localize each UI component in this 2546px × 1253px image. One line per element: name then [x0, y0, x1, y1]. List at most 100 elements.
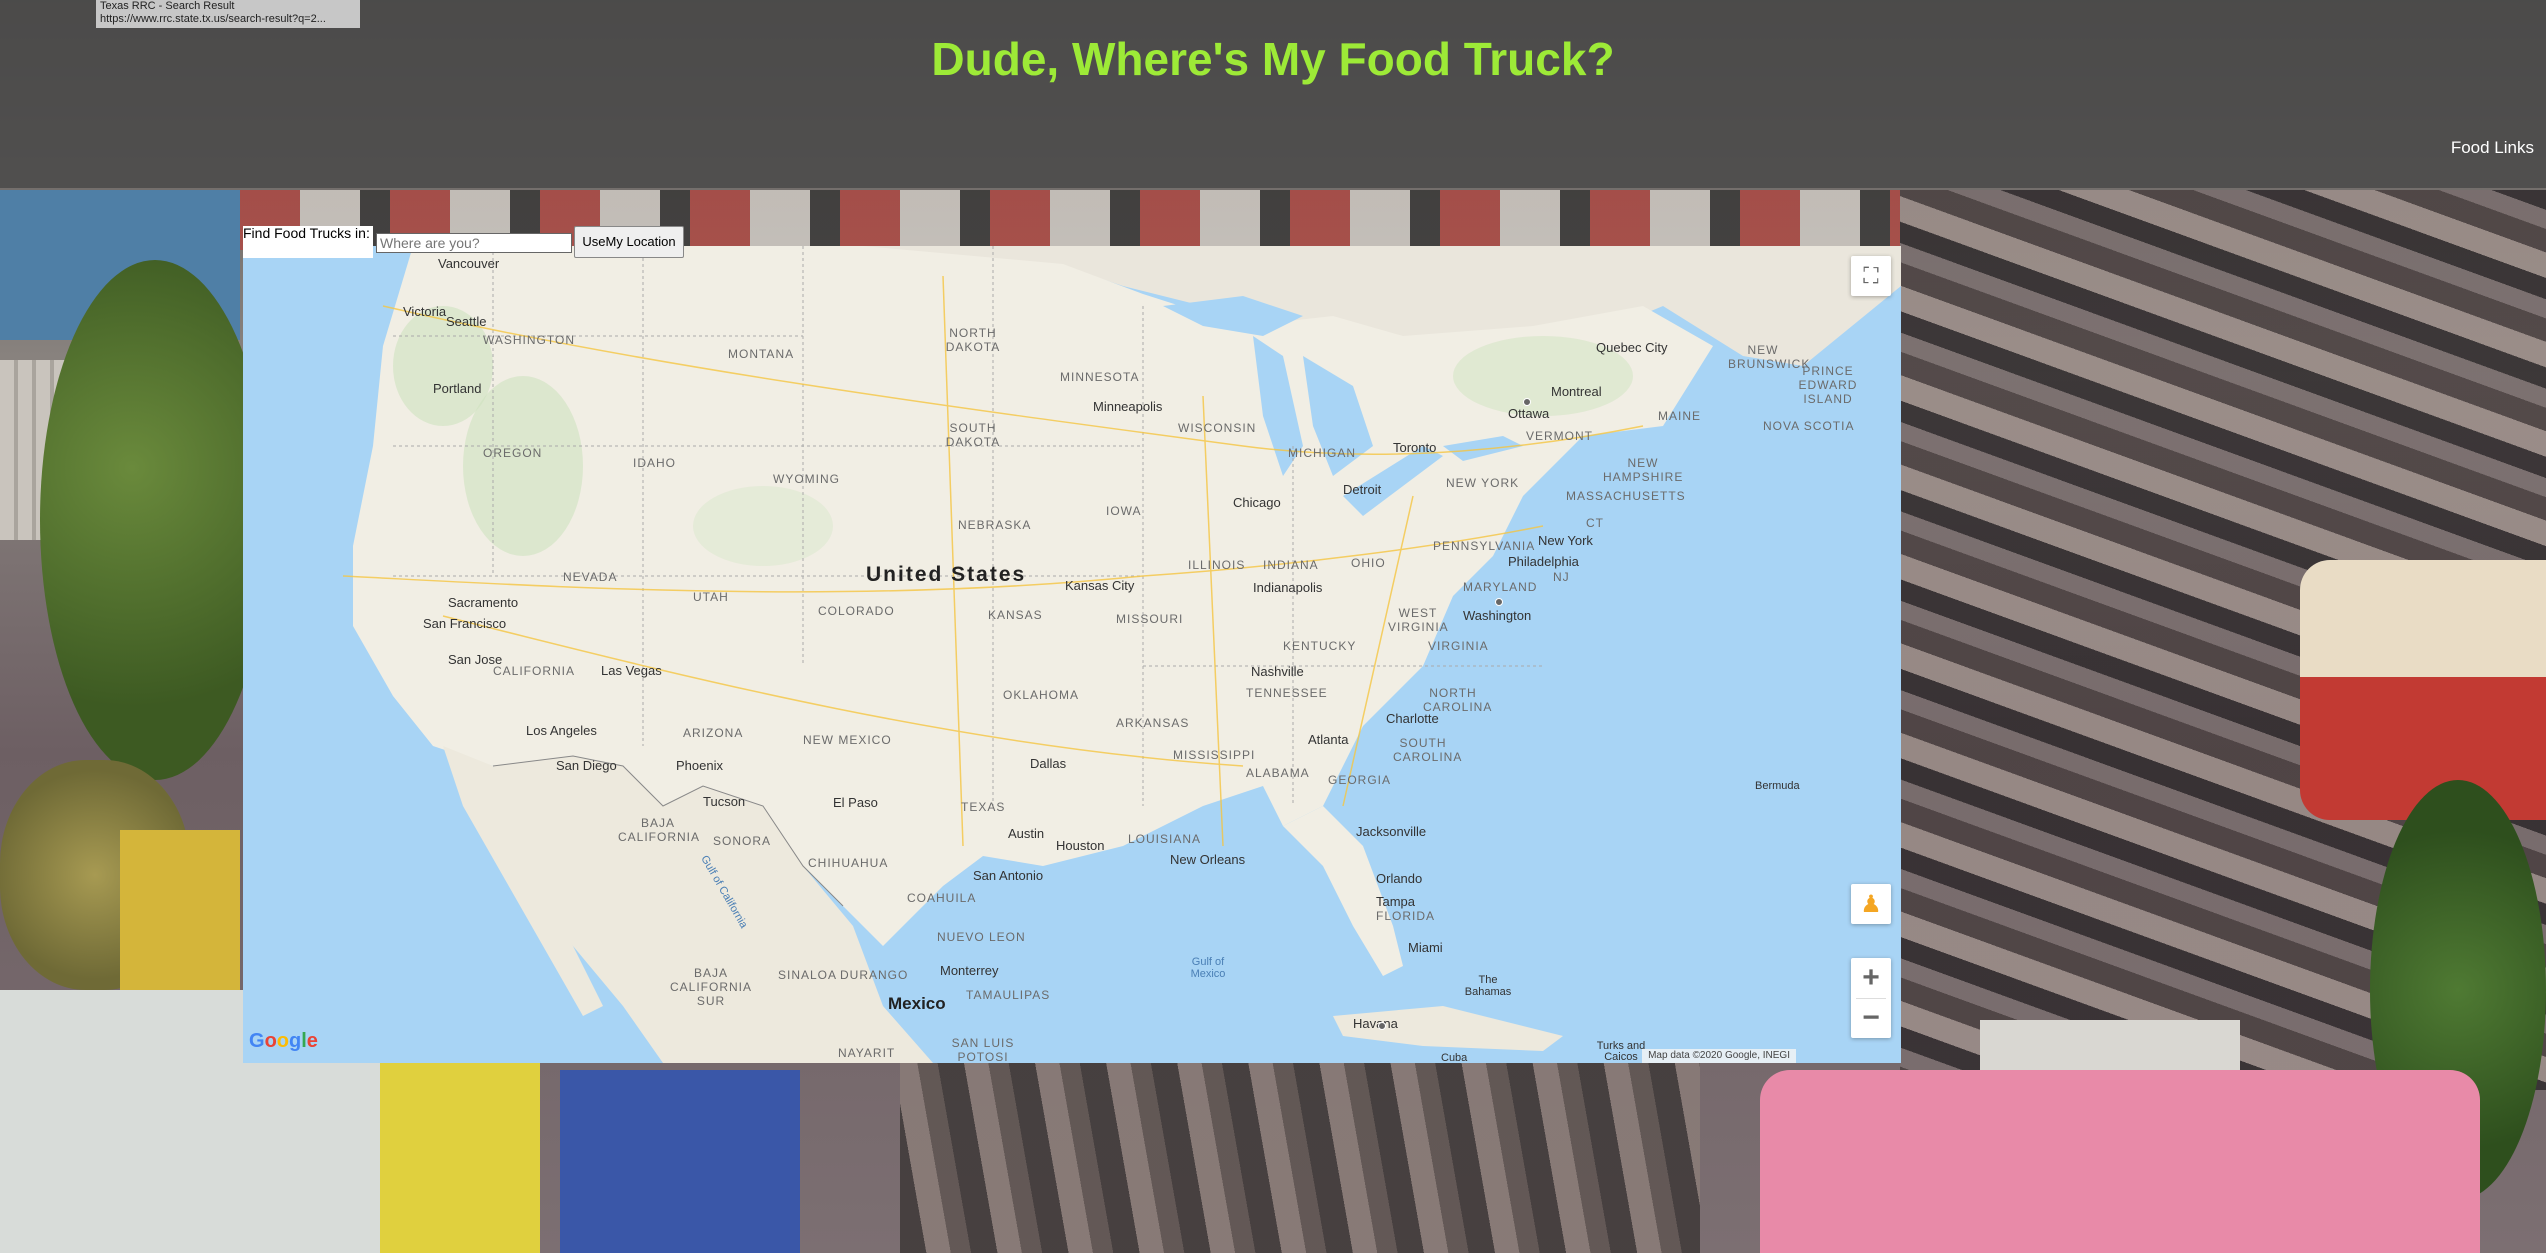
- state-label: MISSISSIPPI: [1173, 748, 1256, 762]
- state-label: OKLAHOMA: [1003, 688, 1080, 702]
- state-label: NJ: [1553, 570, 1570, 584]
- city-label: Cuba: [1441, 1052, 1468, 1063]
- state-label: NAYARIT: [838, 1046, 896, 1060]
- state-label: MINNESOTA: [1060, 370, 1140, 384]
- city-label: Seattle: [446, 314, 487, 329]
- state-label: BAJA CALIFORNIA SUR: [669, 966, 752, 1008]
- water-label: Gulf of Mexico: [1190, 956, 1226, 980]
- state-label: NEW YORK: [1446, 476, 1520, 490]
- city-label: Toronto: [1393, 440, 1437, 455]
- city-label: Houston: [1056, 838, 1105, 853]
- use-my-location-button[interactable]: UseMy Location: [574, 226, 684, 258]
- site-header: Dude, Where's My Food Truck? Food Links: [0, 0, 2546, 188]
- state-label: SAN LUIS POTOSI: [951, 1036, 1015, 1063]
- state-label: NEVADA: [563, 570, 618, 584]
- state-label: DURANGO: [840, 968, 909, 982]
- tooltip-url: https://www.rrc.state.tx.us/search-resul…: [100, 13, 326, 25]
- city-label: Tucson: [703, 794, 746, 809]
- state-label: COLORADO: [818, 604, 895, 618]
- state-label: SOUTH CAROLINA: [1393, 736, 1463, 764]
- map-attribution[interactable]: Map data ©2020 Google, INEGI: [1642, 1049, 1796, 1063]
- state-label: MARYLAND: [1463, 580, 1538, 594]
- state-label: NEW MEXICO: [803, 733, 892, 747]
- state-label: SONORA: [713, 834, 772, 848]
- state-label: INDIANA: [1263, 558, 1319, 572]
- zoom-in-button[interactable]: +: [1851, 958, 1891, 998]
- city-label: Tampa: [1376, 894, 1416, 909]
- state-label: WASHINGTON: [483, 333, 576, 347]
- finder-panel: Find Food Trucks in: UseMy Location: [243, 226, 684, 258]
- map-canvas[interactable]: United States WASHINGTON OREGON IDAHO MO…: [243, 246, 1901, 1063]
- city-label: San Jose: [448, 652, 503, 667]
- state-label: WISCONSIN: [1178, 421, 1257, 435]
- finder-label: Find Food Trucks in:: [243, 226, 373, 258]
- state-label: WEST VIRGINIA: [1388, 606, 1449, 634]
- state-label: MONTANA: [728, 347, 795, 361]
- state-label: UTAH: [693, 590, 729, 604]
- city-label: New York: [1538, 533, 1593, 548]
- city-label: Jacksonville: [1356, 824, 1427, 839]
- city-label: Indianapolis: [1253, 580, 1323, 595]
- state-label: NOVA SCOTIA: [1763, 419, 1855, 433]
- city-label: San Francisco: [423, 616, 507, 631]
- state-label: KENTUCKY: [1283, 639, 1357, 653]
- state-label: MAINE: [1658, 409, 1702, 423]
- state-label: FLORIDA: [1376, 909, 1436, 923]
- city-label: Atlanta: [1308, 732, 1349, 747]
- city-label: New Orleans: [1170, 852, 1246, 867]
- state-label: OREGON: [483, 446, 543, 460]
- state-label: MISSOURI: [1116, 612, 1184, 626]
- state-label: VERMONT: [1526, 429, 1593, 443]
- city-label: Washington: [1463, 608, 1532, 623]
- city-label: El Paso: [833, 795, 878, 810]
- city-label: Kansas City: [1065, 578, 1135, 593]
- city-label: Sacramento: [448, 595, 519, 610]
- link-preview-tooltip: Texas RRC - Search Result https://www.rr…: [96, 0, 360, 28]
- state-label: LOUISIANA: [1128, 832, 1202, 846]
- city-label: Quebec City: [1596, 340, 1668, 355]
- state-label: NEBRASKA: [958, 518, 1032, 532]
- city-label: Monterrey: [940, 963, 999, 978]
- state-label: ILLINOIS: [1188, 558, 1246, 572]
- city-label: San Antonio: [973, 868, 1044, 883]
- google-logo[interactable]: Google: [249, 1030, 318, 1053]
- tooltip-title: Texas RRC - Search Result: [100, 0, 235, 12]
- fullscreen-icon[interactable]: ⛶: [1851, 256, 1891, 296]
- state-label: ARIZONA: [683, 726, 744, 740]
- state-label: TEXAS: [961, 800, 1006, 814]
- pegman-icon[interactable]: ♟: [1851, 884, 1891, 924]
- state-label: OHIO: [1351, 556, 1386, 570]
- city-label: Phoenix: [676, 758, 723, 773]
- city-label: Portland: [433, 381, 482, 396]
- city-label: Vancouver: [438, 256, 500, 271]
- state-label: BAJA CALIFORNIA: [618, 816, 701, 844]
- city-label: Havana: [1353, 1016, 1398, 1031]
- city-label: Montreal: [1551, 384, 1602, 399]
- location-search-input[interactable]: [376, 233, 572, 253]
- zoom-out-button[interactable]: −: [1851, 998, 1891, 1038]
- state-label: PENNSYLVANIA: [1433, 539, 1536, 553]
- city-marker: [1378, 1022, 1386, 1030]
- city-label: Orlando: [1376, 871, 1423, 886]
- state-label: GEORGIA: [1328, 773, 1392, 787]
- city-label: Ottawa: [1508, 406, 1550, 421]
- country-label: United States: [866, 563, 1027, 586]
- city-label: Mexico: [888, 994, 946, 1013]
- state-label: CALIFORNIA: [493, 664, 576, 678]
- city-label: Minneapolis: [1093, 399, 1163, 414]
- state-label: NORTH CAROLINA: [1423, 686, 1493, 714]
- food-links-link[interactable]: Food Links: [2451, 138, 2534, 158]
- state-label: TAMAULIPAS: [966, 988, 1051, 1002]
- state-label: MICHIGAN: [1288, 446, 1356, 460]
- state-label: TENNESSEE: [1246, 686, 1328, 700]
- city-label: Chicago: [1233, 495, 1281, 510]
- city-marker: [1523, 398, 1531, 406]
- state-label: NEW HAMPSHIRE: [1603, 456, 1684, 484]
- city-label: Charlotte: [1386, 711, 1439, 726]
- city-label: Victoria: [403, 304, 447, 319]
- city-label: Nashville: [1251, 664, 1304, 679]
- city-label: Dallas: [1030, 756, 1067, 771]
- city-label: San Diego: [556, 758, 617, 773]
- state-label: CT: [1586, 516, 1604, 530]
- state-label: WYOMING: [773, 472, 840, 486]
